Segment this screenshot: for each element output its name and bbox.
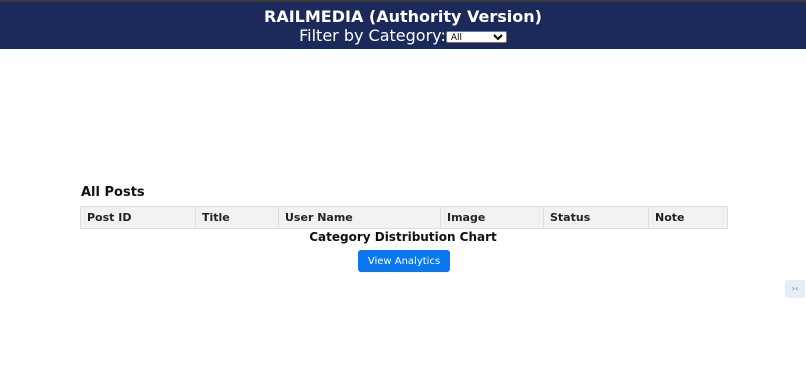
- app-title: RAILMEDIA (Authority Version): [264, 7, 542, 26]
- app-header: RAILMEDIA (Authority Version) Filter by …: [0, 2, 806, 49]
- category-filter: Filter by Category: All: [0, 26, 806, 46]
- filter-label: Filter by Category:: [299, 26, 446, 45]
- view-analytics-button[interactable]: View Analytics: [358, 250, 450, 272]
- posts-table-header-row: Post ID Title User Name Image Status Not…: [80, 206, 728, 229]
- side-collapse-widget-icon[interactable]: ›‹: [785, 280, 805, 298]
- column-header-user-name[interactable]: User Name: [278, 206, 441, 229]
- chart-heading: Category Distribution Chart: [309, 230, 497, 244]
- column-header-note[interactable]: Note: [648, 206, 728, 229]
- column-header-post-id[interactable]: Post ID: [80, 206, 196, 229]
- category-select[interactable]: All: [445, 30, 507, 43]
- posts-heading: All Posts: [81, 185, 145, 200]
- posts-table: Post ID Title User Name Image Status Not…: [80, 206, 728, 229]
- column-header-title[interactable]: Title: [195, 206, 279, 229]
- column-header-status[interactable]: Status: [543, 206, 649, 229]
- column-header-image[interactable]: Image: [440, 206, 544, 229]
